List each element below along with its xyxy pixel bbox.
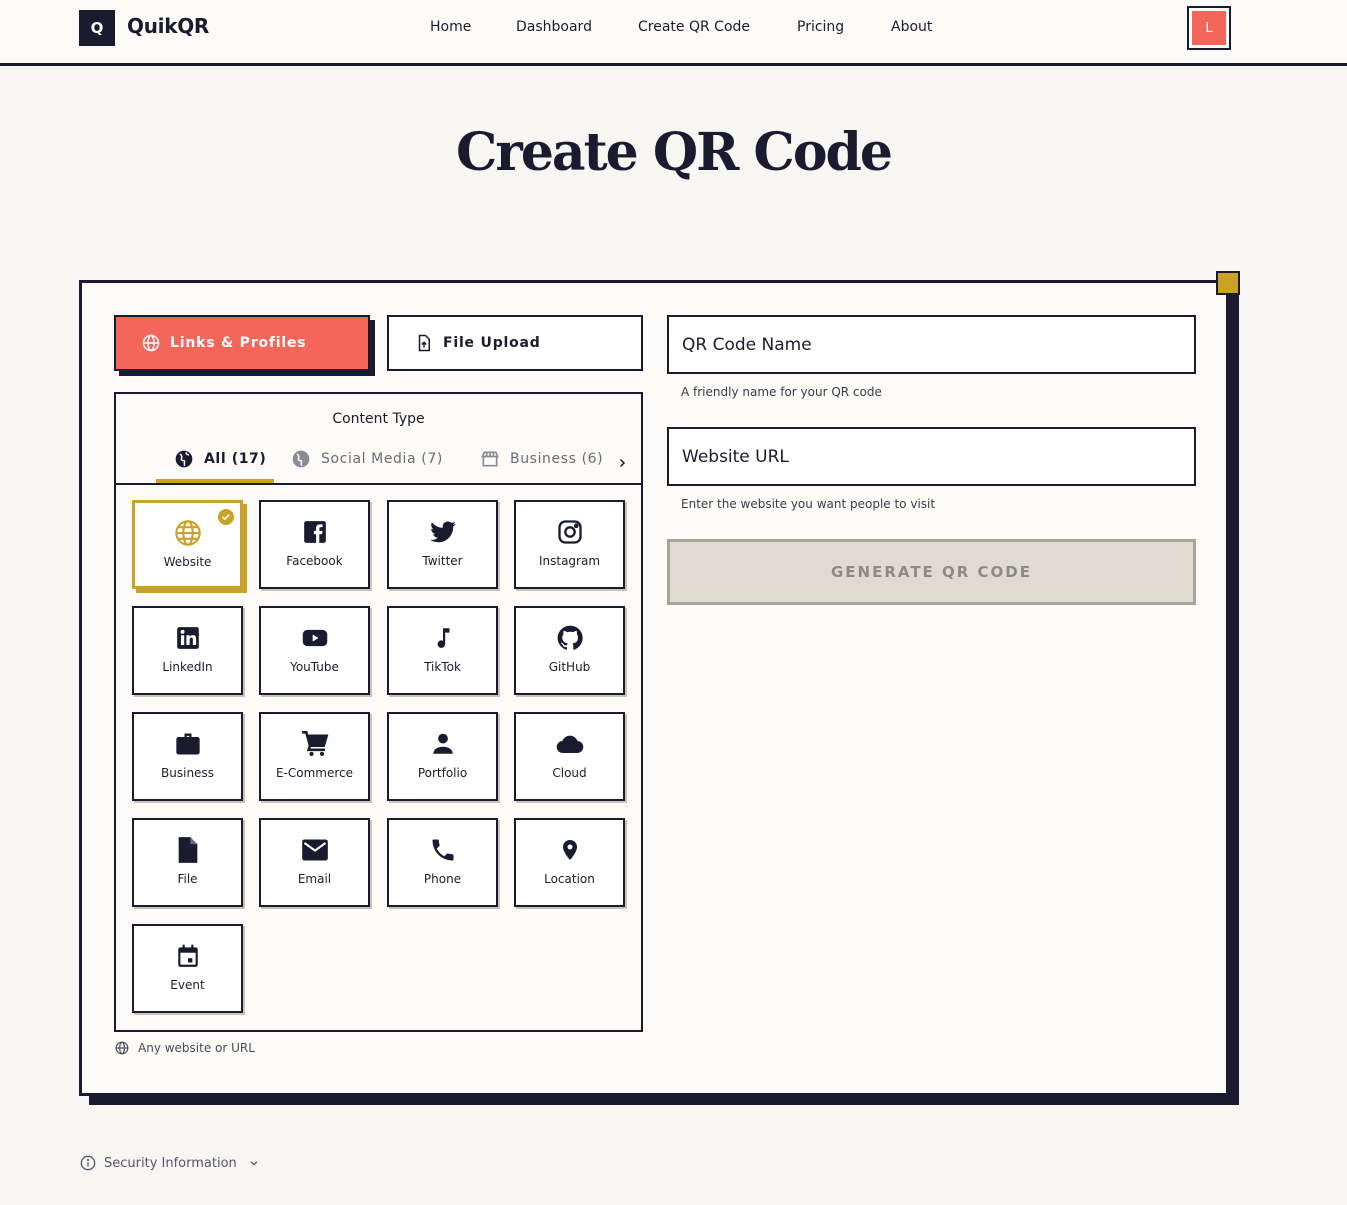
hint-text: Any website or URL: [138, 1041, 255, 1055]
chevron-down-icon: [250, 1161, 258, 1166]
content-tile-phone[interactable]: Phone: [387, 818, 498, 907]
top-navbar: Q QuikQR Home Dashboard Create QR Code P…: [0, 0, 1347, 66]
category-all[interactable]: All (17): [174, 449, 266, 469]
website-url-help: Enter the website you want people to vis…: [681, 497, 936, 511]
qr-code-name-field[interactable]: QR Code Name: [667, 315, 1196, 374]
content-tile-facebook[interactable]: Facebook: [259, 500, 370, 589]
tile-label: Portfolio: [417, 766, 468, 780]
divider: [116, 483, 641, 485]
website-url-label: Website URL: [682, 446, 789, 467]
page-title: Create QR Code: [456, 122, 893, 183]
tile-label: Instagram: [538, 554, 601, 568]
globe-filled-icon: [292, 450, 310, 468]
website-url-field[interactable]: Website URL: [667, 427, 1196, 486]
phone-icon: [429, 836, 457, 864]
content-tile-file[interactable]: File: [132, 818, 243, 907]
tile-label: LinkedIn: [162, 660, 213, 674]
category-business[interactable]: Business (6): [480, 449, 604, 469]
tile-label: Email: [297, 872, 332, 886]
content-tile-portfolio[interactable]: Portfolio: [387, 712, 498, 801]
cloud-icon: [556, 730, 584, 758]
content-tile-linkedin[interactable]: LinkedIn: [132, 606, 243, 695]
envelope-icon: [301, 836, 329, 864]
globe-icon: [142, 334, 160, 352]
content-tile-event[interactable]: Event: [132, 924, 243, 1013]
tile-label: Event: [170, 978, 205, 992]
qr-code-name-help: A friendly name for your QR code: [681, 385, 882, 399]
nav-about[interactable]: About: [891, 19, 932, 35]
file-upload-icon: [415, 334, 433, 352]
tab-links-profiles[interactable]: Links & Profiles: [114, 315, 370, 371]
tile-label: Twitter: [422, 554, 463, 568]
checkmark-icon: [218, 509, 234, 525]
content-tile-github[interactable]: GitHub: [514, 606, 625, 695]
chevron-right-icon: [619, 458, 626, 468]
corner-accent: [1216, 271, 1240, 295]
tab-file-upload[interactable]: File Upload: [387, 315, 643, 371]
tile-label: Phone: [423, 872, 462, 886]
content-tile-twitter[interactable]: Twitter: [387, 500, 498, 589]
brand-name[interactable]: QuikQR: [127, 14, 209, 38]
briefcase-icon: [174, 730, 202, 758]
file-icon: [174, 836, 202, 864]
instagram-icon: [556, 518, 584, 546]
content-tile-cloud[interactable]: Cloud: [514, 712, 625, 801]
generate-qr-code-button[interactable]: GENERATE QR CODE: [667, 539, 1196, 605]
qr-code-name-label: QR Code Name: [682, 334, 812, 355]
category-all-label: All (17): [204, 451, 267, 467]
user-avatar-button[interactable]: L: [1187, 6, 1231, 50]
tab-links-label: Links & Profiles: [170, 335, 307, 351]
content-type-title: Content Type: [332, 411, 425, 427]
store-icon: [481, 451, 499, 467]
content-type-hint: Any website or URL: [115, 1041, 255, 1055]
category-social-label: Social Media (7): [321, 451, 443, 467]
category-next-button[interactable]: [616, 457, 638, 469]
avatar: L: [1192, 11, 1226, 45]
nav-create-qr-code[interactable]: Create QR Code: [638, 19, 750, 35]
info-icon: [80, 1155, 96, 1171]
tile-label: Website: [163, 555, 212, 569]
calendar-icon: [174, 942, 202, 970]
logo-mark[interactable]: Q: [79, 10, 115, 46]
content-tile-e-commerce[interactable]: E-Commerce: [259, 712, 370, 801]
tile-label: Cloud: [552, 766, 587, 780]
youtube-icon: [301, 624, 329, 652]
content-tile-website[interactable]: Website: [132, 500, 243, 589]
person-icon: [429, 730, 457, 758]
tile-label: GitHub: [548, 660, 591, 674]
github-icon: [556, 624, 584, 652]
security-information-label: Security Information: [104, 1155, 237, 1171]
nav-pricing[interactable]: Pricing: [797, 19, 844, 35]
security-information-toggle[interactable]: Security Information: [80, 1155, 267, 1171]
content-tile-youtube[interactable]: YouTube: [259, 606, 370, 695]
globe-icon: [115, 1041, 129, 1055]
globe-icon: [174, 519, 202, 547]
tile-label: Location: [544, 872, 595, 886]
tile-label: YouTube: [290, 660, 339, 674]
facebook-icon: [301, 518, 329, 546]
twitter-icon: [429, 518, 457, 546]
music-note-icon: [429, 624, 457, 652]
cart-icon: [301, 730, 329, 758]
nav-home[interactable]: Home: [430, 19, 471, 35]
tile-label: Facebook: [286, 554, 343, 568]
tab-file-label: File Upload: [443, 335, 541, 351]
category-filter: All (17) Social Media (7) Business (6): [116, 449, 641, 485]
category-social-media[interactable]: Social Media (7): [291, 449, 443, 469]
nav-dashboard[interactable]: Dashboard: [516, 19, 592, 35]
content-tile-location[interactable]: Location: [514, 818, 625, 907]
globe-filled-icon: [175, 450, 193, 468]
category-business-label: Business (6): [510, 451, 604, 467]
content-tile-tiktok[interactable]: TikTok: [387, 606, 498, 695]
tile-label: E-Commerce: [275, 766, 354, 780]
content-tile-email[interactable]: Email: [259, 818, 370, 907]
tile-label: TikTok: [424, 660, 461, 674]
linkedin-icon: [174, 624, 202, 652]
pin-icon: [556, 836, 584, 864]
content-tile-instagram[interactable]: Instagram: [514, 500, 625, 589]
tile-label: Business: [161, 766, 214, 780]
tile-label: File: [177, 872, 198, 886]
content-tile-business[interactable]: Business: [132, 712, 243, 801]
